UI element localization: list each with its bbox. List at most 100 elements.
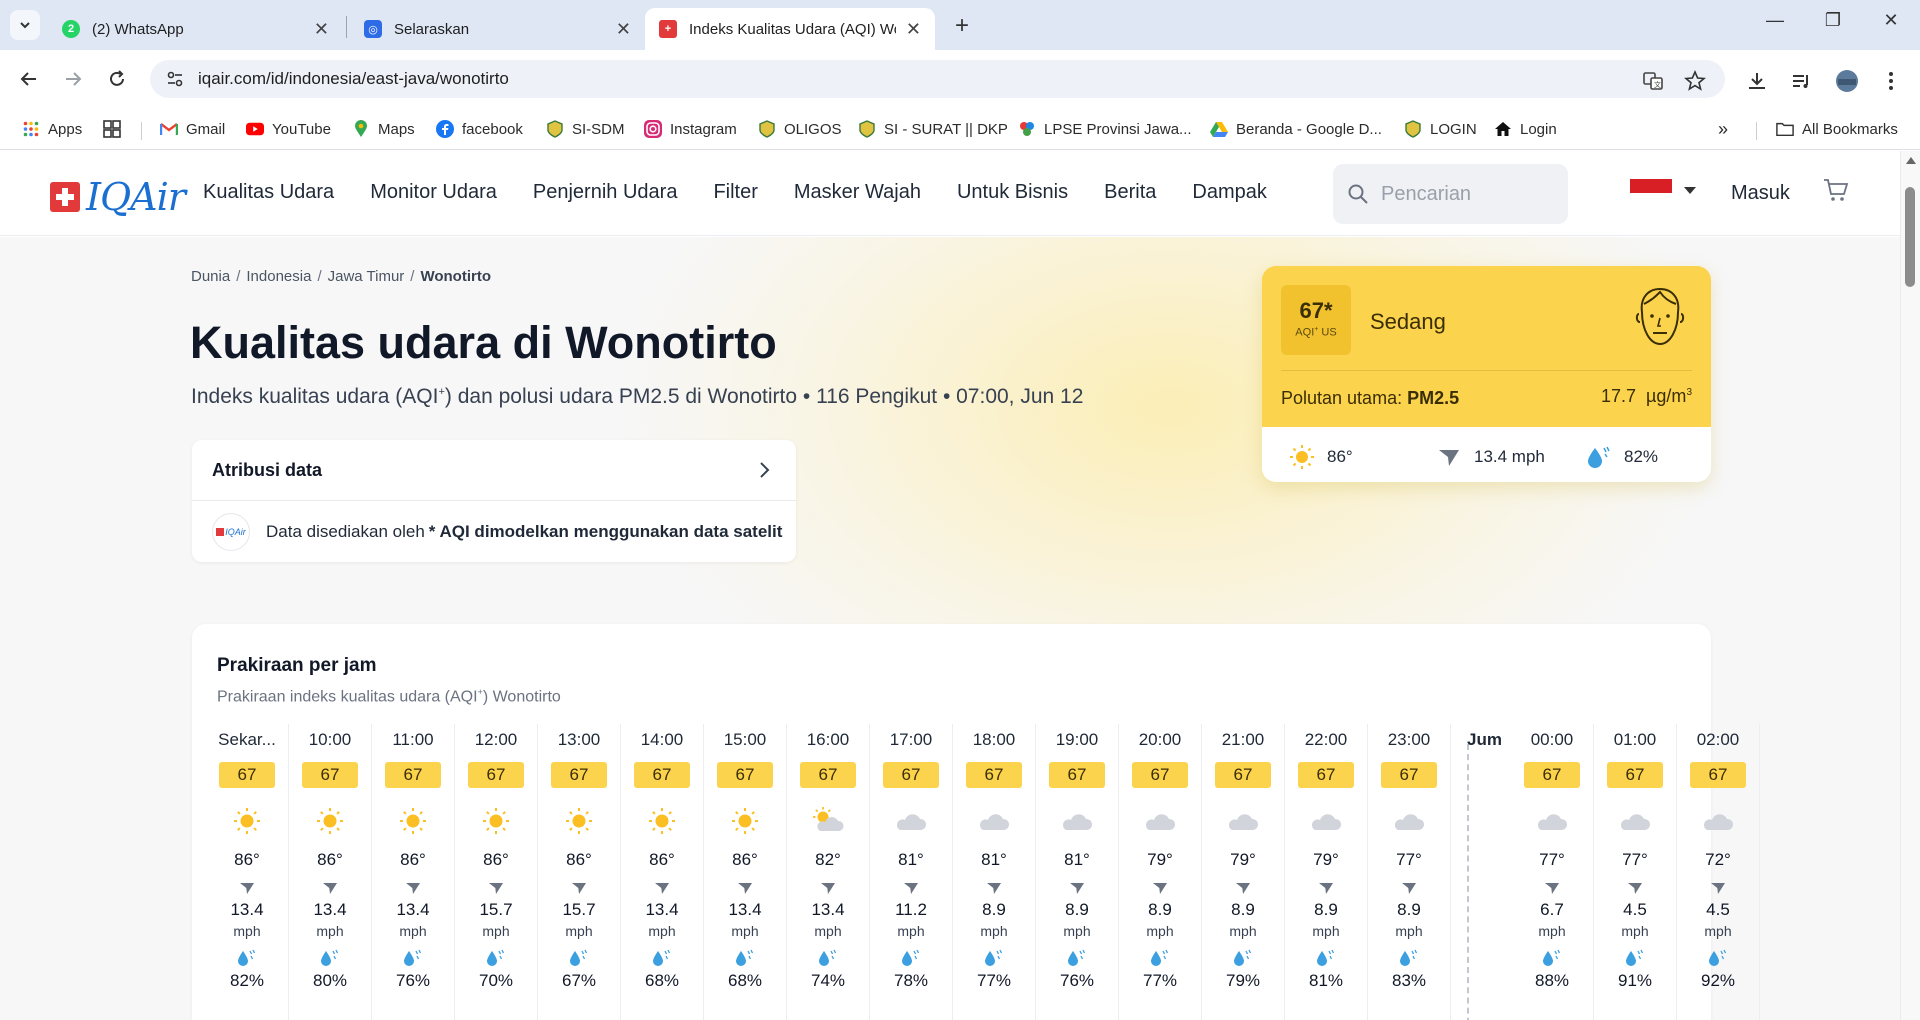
forecast-wind-unit: mph (1146, 923, 1174, 939)
bookmark-si-surat[interactable]: SI - SURAT || DKP (858, 116, 1008, 142)
page-subtitle: Indeks kualitas udara (AQI+) dan polusi … (191, 385, 1084, 408)
minimize-button[interactable]: — (1760, 10, 1790, 31)
forecast-wind-speed: 11.2 (895, 900, 927, 919)
iqair-logo[interactable]: IQAir (50, 175, 186, 219)
bookmark-instagram[interactable]: Instagram (644, 116, 737, 142)
sun-icon (479, 806, 513, 836)
browser-menu-icon[interactable] (1878, 68, 1904, 94)
page-scrollbar[interactable] (1900, 151, 1920, 1020)
wind-direction-icon (1439, 450, 1459, 466)
forecast-hour-column: 18:00 67 81° 8.9 mph 77% (953, 724, 1036, 1020)
bookmark-oligos[interactable]: OLIGOS (758, 116, 842, 142)
logo-text: IQAir (86, 175, 186, 219)
bookmark-facebook[interactable]: facebook (436, 116, 523, 142)
tab-selaraskan[interactable]: ◎ Selaraskan ✕ (350, 8, 645, 50)
nav-masker-wajah[interactable]: Masker Wajah (794, 181, 921, 204)
more-bookmarks-button[interactable]: » (1718, 116, 1728, 142)
humidity-drop-icon (1707, 949, 1729, 967)
bookmark-maps[interactable]: Maps (352, 116, 415, 142)
bookmark-youtube[interactable]: YouTube (246, 116, 331, 142)
chevron-down-icon (20, 22, 30, 29)
window-close-button[interactable]: ✕ (1876, 10, 1906, 31)
download-icon[interactable] (1744, 68, 1770, 94)
forecast-subtitle: Prakiraan indeks kualitas udara (AQI+) W… (217, 687, 561, 706)
wind-direction-icon (986, 880, 1002, 896)
bookmark-login-upper[interactable]: LOGIN (1404, 116, 1477, 142)
profile-avatar[interactable] (1834, 68, 1860, 94)
forecast-hour-column: 20:00 67 79° 8.9 mph 77% (1119, 724, 1202, 1020)
wind-direction-icon (737, 880, 753, 896)
bookmark-apps[interactable]: Apps (22, 116, 82, 142)
tab-whatsapp[interactable]: 2 (2) WhatsApp ✕ (48, 8, 343, 50)
close-icon[interactable]: ✕ (616, 19, 631, 40)
tab-search-button[interactable] (10, 10, 40, 40)
bookmark-si-sdm[interactable]: SI-SDM (546, 116, 625, 142)
nav-berita[interactable]: Berita (1104, 181, 1156, 204)
indonesia-flag-icon[interactable] (1630, 179, 1672, 207)
forecast-aqi-badge: 67 (800, 762, 856, 788)
forecast-aqi-badge: 67 (1049, 762, 1105, 788)
forecast-wind-speed: 13.4 (230, 900, 264, 919)
attribution-header[interactable]: Atribusi data (192, 440, 796, 501)
site-search[interactable] (1333, 164, 1568, 224)
sun-icon (230, 806, 264, 836)
humidity-drop-icon (1624, 949, 1646, 967)
scrollbar-thumb[interactable] (1905, 187, 1915, 287)
new-tab-button[interactable]: + (948, 12, 976, 40)
close-icon[interactable]: ✕ (314, 19, 329, 40)
forecast-humidity: 81% (1308, 971, 1344, 990)
bookmark-google-drive[interactable]: Beranda - Google D... (1210, 116, 1382, 142)
forecast-aqi-badge: 67 (966, 762, 1022, 788)
tab-iqair-active[interactable]: + Indeks Kualitas Udara (AQI) Wo ✕ (645, 8, 935, 50)
breadcrumb-jawa-timur[interactable]: Jawa Timur (328, 268, 405, 285)
cart-icon[interactable] (1823, 177, 1849, 203)
login-link[interactable]: Masuk (1731, 182, 1790, 205)
nav-kualitas-udara[interactable]: Kualitas Udara (203, 181, 334, 204)
wind-direction-icon (654, 880, 670, 896)
site-settings-icon[interactable] (164, 68, 186, 90)
nav-penjernih-udara[interactable]: Penjernih Udara (533, 181, 678, 204)
scroll-up-arrow[interactable] (1906, 157, 1916, 164)
close-icon[interactable]: ✕ (906, 19, 921, 40)
breadcrumb-indonesia[interactable]: Indonesia (246, 268, 311, 285)
forward-button[interactable] (58, 64, 88, 94)
back-button[interactable] (14, 64, 44, 94)
emblem-icon (858, 120, 876, 138)
chevron-down-icon[interactable] (1684, 187, 1696, 194)
translate-icon[interactable]: 文 (1640, 68, 1666, 94)
all-bookmarks-button[interactable]: All Bookmarks (1776, 116, 1898, 142)
bookmark-login[interactable]: Login (1494, 116, 1557, 142)
nav-monitor-udara[interactable]: Monitor Udara (370, 181, 497, 204)
wind-direction-icon (820, 880, 836, 896)
page-content: Dunia / Indonesia / Jawa Timur / Wonotir… (0, 237, 1900, 1020)
forecast-time: 15:00 (723, 730, 767, 749)
instagram-icon (644, 120, 662, 138)
forecast-wind-unit: mph (1704, 923, 1732, 939)
forecast-humidity: 68% (727, 971, 763, 990)
breadcrumb-dunia[interactable]: Dunia (191, 268, 230, 285)
current-wind: 13.4 mph (1436, 444, 1545, 470)
forecast-aqi-badge: 67 (883, 762, 939, 788)
aqi-value: 67* (1299, 298, 1333, 323)
bookmark-gmail[interactable]: Gmail (160, 116, 225, 142)
aqi-unit: AQI+ US (1295, 326, 1337, 339)
address-bar[interactable]: iqair.com/id/indonesia/east-java/wonotir… (150, 60, 1725, 98)
restore-button[interactable]: ❐ (1818, 10, 1848, 31)
reload-button[interactable] (102, 64, 132, 94)
bookmark-tab-groups[interactable] (103, 116, 129, 142)
forecast-time: 14:00 (640, 730, 684, 749)
media-controls-icon[interactable] (1788, 68, 1814, 94)
forecast-temperature: 79° (1313, 850, 1339, 869)
nav-untuk-bisnis[interactable]: Untuk Bisnis (957, 181, 1068, 204)
svg-text:文: 文 (1654, 80, 1661, 89)
maps-icon (352, 120, 370, 138)
forecast-humidity: 68% (644, 971, 680, 990)
nav-dampak[interactable]: Dampak (1192, 181, 1266, 204)
bookmark-star-icon[interactable] (1682, 68, 1708, 94)
bookmark-lpse[interactable]: LPSE Provinsi Jawa... (1018, 116, 1192, 142)
search-input[interactable] (1381, 182, 1561, 206)
humidity-drop-icon (1541, 949, 1563, 967)
nav-filter[interactable]: Filter (713, 181, 757, 204)
wind-direction-icon (1318, 880, 1334, 896)
cloud-icon (1618, 806, 1652, 836)
